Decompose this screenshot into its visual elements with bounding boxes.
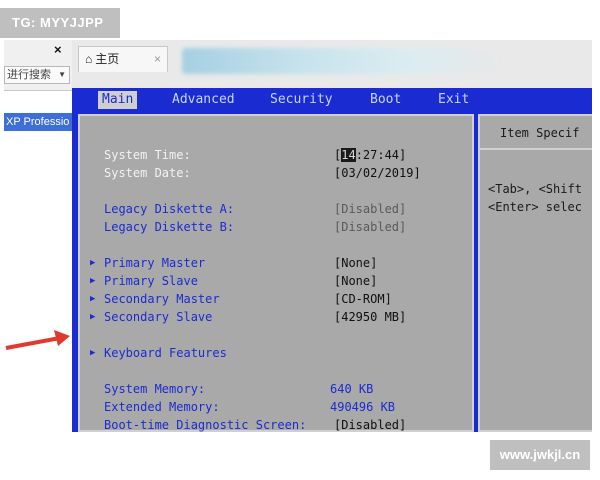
triangle-right-icon: ▶ bbox=[90, 348, 96, 358]
watermark-bottom: www.jwkjl.cn bbox=[490, 440, 590, 470]
field-keyboard-features[interactable]: ▶ Keyboard Features bbox=[80, 344, 472, 362]
field-value[interactable]: [14:27:44] bbox=[334, 146, 406, 164]
field-value[interactable]: [03/02/2019] bbox=[334, 164, 421, 182]
search-field-text: 进行搜索 bbox=[7, 69, 51, 81]
field-secondary-master[interactable]: ▶ Secondary Master [CD-ROM] bbox=[80, 290, 472, 308]
field-value[interactable]: [Disabled] bbox=[334, 200, 406, 218]
field-label: Secondary Slave bbox=[104, 310, 213, 324]
field-label: Primary Slave bbox=[104, 274, 198, 288]
blurred-region bbox=[182, 48, 502, 74]
field-label: System Date: bbox=[104, 166, 191, 180]
field-value[interactable]: [None] bbox=[334, 272, 377, 290]
field-label: Keyboard Features bbox=[104, 346, 227, 360]
field-label: Extended Memory: bbox=[104, 400, 220, 414]
menu-main[interactable]: Main bbox=[98, 91, 138, 109]
field-value[interactable]: [Disabled] bbox=[334, 218, 406, 236]
list-item-selected[interactable]: XP Professio bbox=[4, 113, 72, 131]
bios-help-panel: Item Specif <Tab>, <Shift <Enter> selec bbox=[478, 114, 592, 432]
search-field[interactable]: 进行搜索 ▼ bbox=[4, 66, 70, 84]
field-extended-memory: Extended Memory: 490496 KB bbox=[80, 398, 472, 416]
bios-menu-bar: Main Advanced Security Boot Exit bbox=[72, 88, 592, 112]
field-boot-diagnostic[interactable]: Boot-time Diagnostic Screen: [Disabled] bbox=[80, 416, 472, 432]
menu-advanced[interactable]: Advanced bbox=[172, 91, 235, 109]
bios-screen: Main Advanced Security Boot Exit System … bbox=[72, 88, 592, 432]
field-legacy-diskette-a[interactable]: Legacy Diskette A: [Disabled] bbox=[80, 200, 472, 218]
dropdown-arrow-icon[interactable]: ▼ bbox=[58, 67, 66, 83]
field-label: Legacy Diskette A: bbox=[104, 202, 235, 216]
field-value[interactable]: [Disabled] bbox=[334, 416, 406, 432]
home-icon: ⌂ bbox=[85, 52, 93, 66]
help-title: Item Specif bbox=[480, 116, 592, 150]
close-icon[interactable]: × bbox=[54, 42, 62, 57]
screenshot-frame: × 进行搜索 ▼ XP Professio ⌂ 主页 × Main Advance… bbox=[4, 40, 592, 432]
field-system-time[interactable]: System Time: [14:27:44] bbox=[80, 146, 472, 164]
field-label: System Memory: bbox=[104, 382, 206, 396]
field-label: Primary Master bbox=[104, 256, 206, 270]
help-line: <Tab>, <Shift bbox=[488, 182, 582, 196]
triangle-right-icon: ▶ bbox=[90, 312, 96, 322]
field-legacy-diskette-b[interactable]: Legacy Diskette B: [Disabled] bbox=[80, 218, 472, 236]
value-rest: :27:44] bbox=[355, 148, 407, 162]
side-list: XP Professio bbox=[4, 90, 72, 432]
field-system-date[interactable]: System Date: [03/02/2019] bbox=[80, 164, 472, 182]
field-primary-master[interactable]: ▶ Primary Master [None] bbox=[80, 254, 472, 272]
help-line: <Enter> selec bbox=[488, 200, 582, 214]
menu-security[interactable]: Security bbox=[270, 91, 333, 109]
tab-strip: ⌂ 主页 × bbox=[72, 40, 592, 90]
bios-main-panel: System Time: [14:27:44] System Date: [03… bbox=[78, 114, 474, 432]
menu-exit[interactable]: Exit bbox=[438, 91, 469, 109]
left-panel: × 进行搜索 ▼ XP Professio bbox=[4, 40, 72, 432]
field-secondary-slave[interactable]: ▶ Secondary Slave [42950 MB] bbox=[80, 308, 472, 326]
tab-home[interactable]: ⌂ 主页 × bbox=[78, 46, 168, 72]
triangle-right-icon: ▶ bbox=[90, 276, 96, 286]
field-value[interactable]: [None] bbox=[334, 254, 377, 272]
field-primary-slave[interactable]: ▶ Primary Slave [None] bbox=[80, 272, 472, 290]
field-label: Boot-time Diagnostic Screen: bbox=[104, 418, 307, 432]
watermark-top: TG: MYYJJPP bbox=[0, 8, 120, 38]
field-label: System Time: bbox=[104, 148, 191, 162]
tab-close-icon[interactable]: × bbox=[154, 47, 161, 71]
triangle-right-icon: ▶ bbox=[90, 258, 96, 268]
field-value: 640 KB bbox=[330, 382, 374, 396]
field-value[interactable]: [42950 MB] bbox=[334, 308, 406, 326]
field-label: Secondary Master bbox=[104, 292, 220, 306]
field-system-memory: System Memory: 640 KB bbox=[80, 380, 472, 398]
field-value: 490496 KB bbox=[330, 400, 396, 414]
value-cursor: 14 bbox=[341, 148, 356, 162]
tab-home-label: 主页 bbox=[95, 52, 120, 66]
menu-boot[interactable]: Boot bbox=[370, 91, 401, 109]
red-arrow-icon bbox=[5, 330, 70, 350]
field-label: Legacy Diskette B: bbox=[104, 220, 235, 234]
triangle-right-icon: ▶ bbox=[90, 294, 96, 304]
field-value[interactable]: [CD-ROM] bbox=[334, 290, 392, 308]
